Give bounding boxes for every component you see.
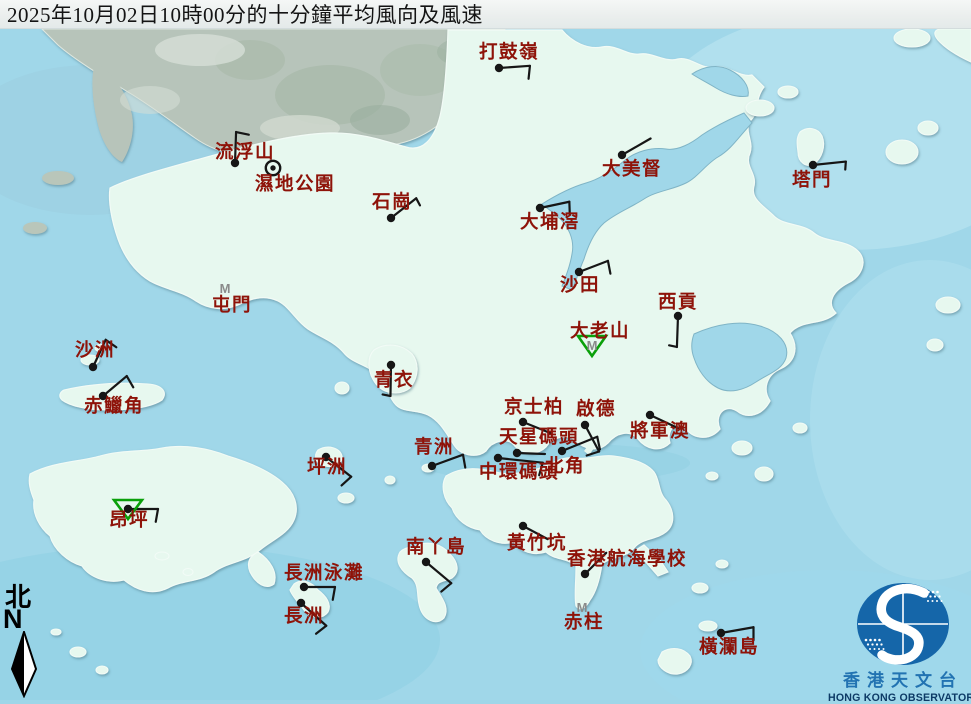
station-dot [536, 204, 544, 212]
station-label: 沙洲 [75, 340, 115, 361]
station-dot [387, 361, 395, 369]
station-label: 塔門 [792, 169, 832, 191]
station-dot [519, 418, 527, 426]
station-label: 昂坪 [109, 510, 149, 531]
station-label: 屯門 [212, 294, 252, 316]
wind-barb-feather [383, 394, 391, 396]
station-dot [495, 64, 503, 72]
station-label: 赤柱 [564, 611, 604, 633]
station-label: 長洲 [284, 606, 324, 627]
station-label: 將軍澳 [630, 420, 690, 442]
station-label: 南丫島 [406, 536, 466, 558]
wind-barb-feather [845, 162, 846, 170]
station-label: 啟德 [576, 398, 616, 420]
station-dot [513, 449, 521, 457]
station-label: 坪洲 [307, 457, 347, 478]
station-dot [89, 363, 97, 371]
station-label: 長洲泳灘 [284, 562, 364, 584]
wind-barb-shaft [677, 316, 678, 347]
north-compass: 北 N [3, 585, 51, 698]
station-label: 青洲 [414, 437, 454, 458]
station-dot [428, 462, 436, 470]
station-label: 打鼓嶺 [479, 41, 539, 63]
station-label: 石崗 [371, 191, 412, 213]
station-dot [717, 629, 725, 637]
wind-barb-feather [529, 66, 530, 79]
station-label: 大埔滘 [520, 211, 580, 233]
station-label: 香港航海學校 [566, 548, 687, 570]
station-label: 黃竹坑 [506, 532, 567, 554]
hong-kong-map: 打鼓嶺流浮山濕地公園石崗大美督塔門大埔滘沙田西貢M大老山M屯門沙洲赤鱲角青衣京士… [0, 0, 971, 700]
station-dot [558, 447, 566, 455]
station-dot [297, 599, 305, 607]
station-label: 濕地公園 [255, 173, 335, 195]
station-label: 流浮山 [215, 141, 275, 163]
station-label: 京士柏 [504, 396, 564, 418]
station-dot [581, 570, 589, 578]
map-title: 2025年10月02日10時00分的十分鐘平均風向及風速 [7, 0, 483, 29]
station-dot [494, 454, 502, 462]
station-label: 赤鱲角 [84, 395, 144, 417]
station-label: 沙田 [560, 275, 600, 296]
land-waglan [699, 621, 717, 631]
station-dot [519, 522, 527, 530]
station-label: 中環碼頭 [479, 461, 559, 483]
station-dot [575, 268, 583, 276]
observatory-name-zh: 香港天文台 [828, 666, 971, 691]
wind-map: 打鼓嶺流浮山濕地公園石崗大美督塔門大埔滘沙田西貢M大老山M屯門沙洲赤鱲角青衣京士… [0, 0, 971, 700]
station-dot [422, 558, 430, 566]
title-bar: 2025年10月02日10時00分的十分鐘平均風向及風速 [0, 0, 971, 29]
observatory-emblem-icon [828, 580, 971, 668]
station-dot [646, 411, 654, 419]
station-label: 青衣 [374, 369, 414, 391]
station-label: 天星碼頭 [499, 427, 579, 448]
station-dot [809, 161, 817, 169]
missing-data-mark: M [220, 281, 231, 296]
station-dot [300, 583, 308, 591]
station-dot [581, 421, 589, 429]
north-arrow-icon [10, 631, 40, 698]
station-dot [618, 151, 626, 159]
station-label: 大老山 [570, 320, 630, 342]
wind-barb-shaft [517, 453, 545, 454]
station-label: 大美督 [602, 158, 662, 180]
station-dot [674, 312, 682, 320]
observatory-name-en: HONG KONG OBSERVATORY [828, 692, 971, 704]
station-dot [387, 214, 395, 222]
station-label: 橫瀾島 [699, 636, 759, 658]
land-ma-wan [335, 382, 349, 394]
station-dot [270, 165, 275, 170]
observatory-logo: 香港天文台 HONG KONG OBSERVATORY [828, 580, 971, 704]
station-label: 西貢 [658, 292, 698, 313]
